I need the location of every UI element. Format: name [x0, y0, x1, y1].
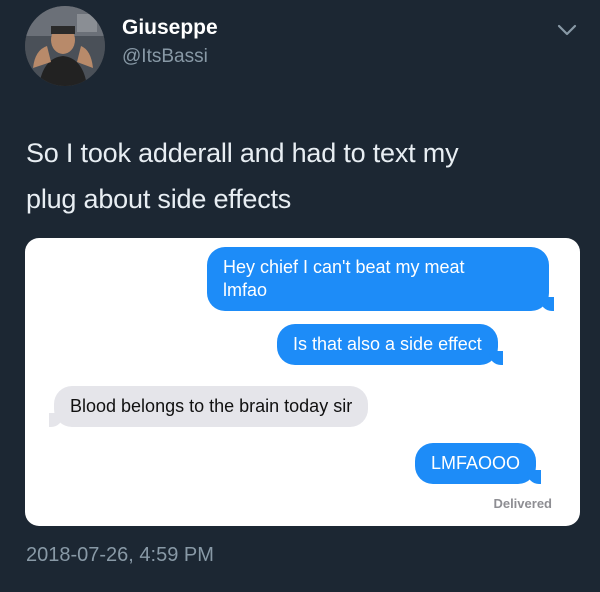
chevron-down-icon[interactable]: [556, 22, 578, 38]
author-handle[interactable]: @ItsBassi: [122, 46, 208, 68]
message-text: Blood belongs to the brain today sir: [70, 396, 353, 416]
delivered-status: Delivered: [493, 496, 552, 511]
tweet-text-line: plug about side effects: [26, 184, 292, 214]
avatar[interactable]: [25, 6, 105, 86]
message-bubble-received: Blood belongs to the brain today sir: [48, 386, 369, 427]
tweet-text-line: So I took adderall and had to text my: [26, 138, 459, 168]
profile-photo-icon: [25, 6, 105, 86]
message-text: Is that also a side effect: [293, 334, 482, 354]
message-screenshot[interactable]: Hey chief I can't beat my meat lmfao Is …: [25, 238, 580, 526]
message-bubble-sent: Is that also a side effect: [277, 324, 503, 365]
message-text: Hey chief I can't beat my meat: [223, 257, 465, 277]
author-name[interactable]: Giuseppe: [122, 16, 218, 40]
tweet-timestamp[interactable]: 2018-07-26, 4:59 PM: [26, 544, 214, 567]
tweet-text: So I took adderall and had to text my pl…: [26, 130, 586, 222]
message-bubble-sent: Hey chief I can't beat my meat lmfao: [207, 247, 554, 311]
message-text: LMFAOOO: [431, 453, 521, 473]
message-bubble-sent: LMFAOOO: [415, 443, 542, 484]
message-text: lmfao: [223, 280, 268, 300]
